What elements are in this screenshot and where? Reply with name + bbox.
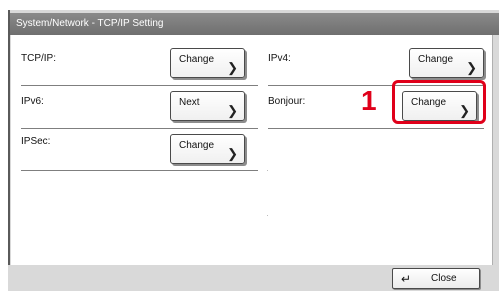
close-button-label: Close [431, 273, 457, 284]
ipsec-change-button[interactable]: Change ❯ [170, 134, 245, 164]
window-title: System/Network - TCP/IP Setting [10, 13, 499, 35]
ipv6-next-button[interactable]: Next ❯ [170, 91, 245, 121]
divider [21, 85, 258, 86]
divider [21, 170, 258, 171]
separator-dot [267, 170, 268, 171]
top-bar [0, 0, 499, 10]
chevron-right-icon: ❯ [227, 146, 238, 161]
ipv6-label: IPv6: [21, 96, 44, 107]
bonjour-label: Bonjour: [268, 96, 306, 107]
ipv6-next-button-label: Next [179, 97, 200, 108]
divider [268, 128, 484, 129]
ipsec-label: IPSec: [21, 136, 51, 147]
chevron-right-icon: ❯ [466, 60, 477, 75]
tcpip-change-button-label: Change [179, 54, 215, 65]
ipv4-change-button[interactable]: Change ❯ [409, 48, 484, 78]
callout-highlight [392, 80, 486, 124]
settings-content: TCP/IP: Change ❯ IPv6: Next ❯ IPSec: Cha… [11, 35, 493, 265]
settings-panel: System/Network - TCP/IP Setting TCP/IP: … [8, 10, 499, 291]
ipv4-change-button-label: Change [418, 54, 454, 65]
ipv4-label: IPv4: [268, 53, 291, 64]
separator-dot [267, 215, 268, 216]
return-arrow-icon: ↵ [401, 272, 412, 286]
chevron-right-icon: ❯ [227, 60, 238, 75]
tcpip-label: TCP/IP: [21, 53, 57, 64]
tcpip-change-button[interactable]: Change ❯ [170, 48, 245, 78]
close-button[interactable]: ↵ Close [392, 268, 480, 289]
chevron-right-icon: ❯ [227, 103, 238, 118]
divider [21, 128, 258, 129]
callout-number: 1 [361, 85, 377, 116]
ipsec-change-button-label: Change [179, 140, 215, 151]
